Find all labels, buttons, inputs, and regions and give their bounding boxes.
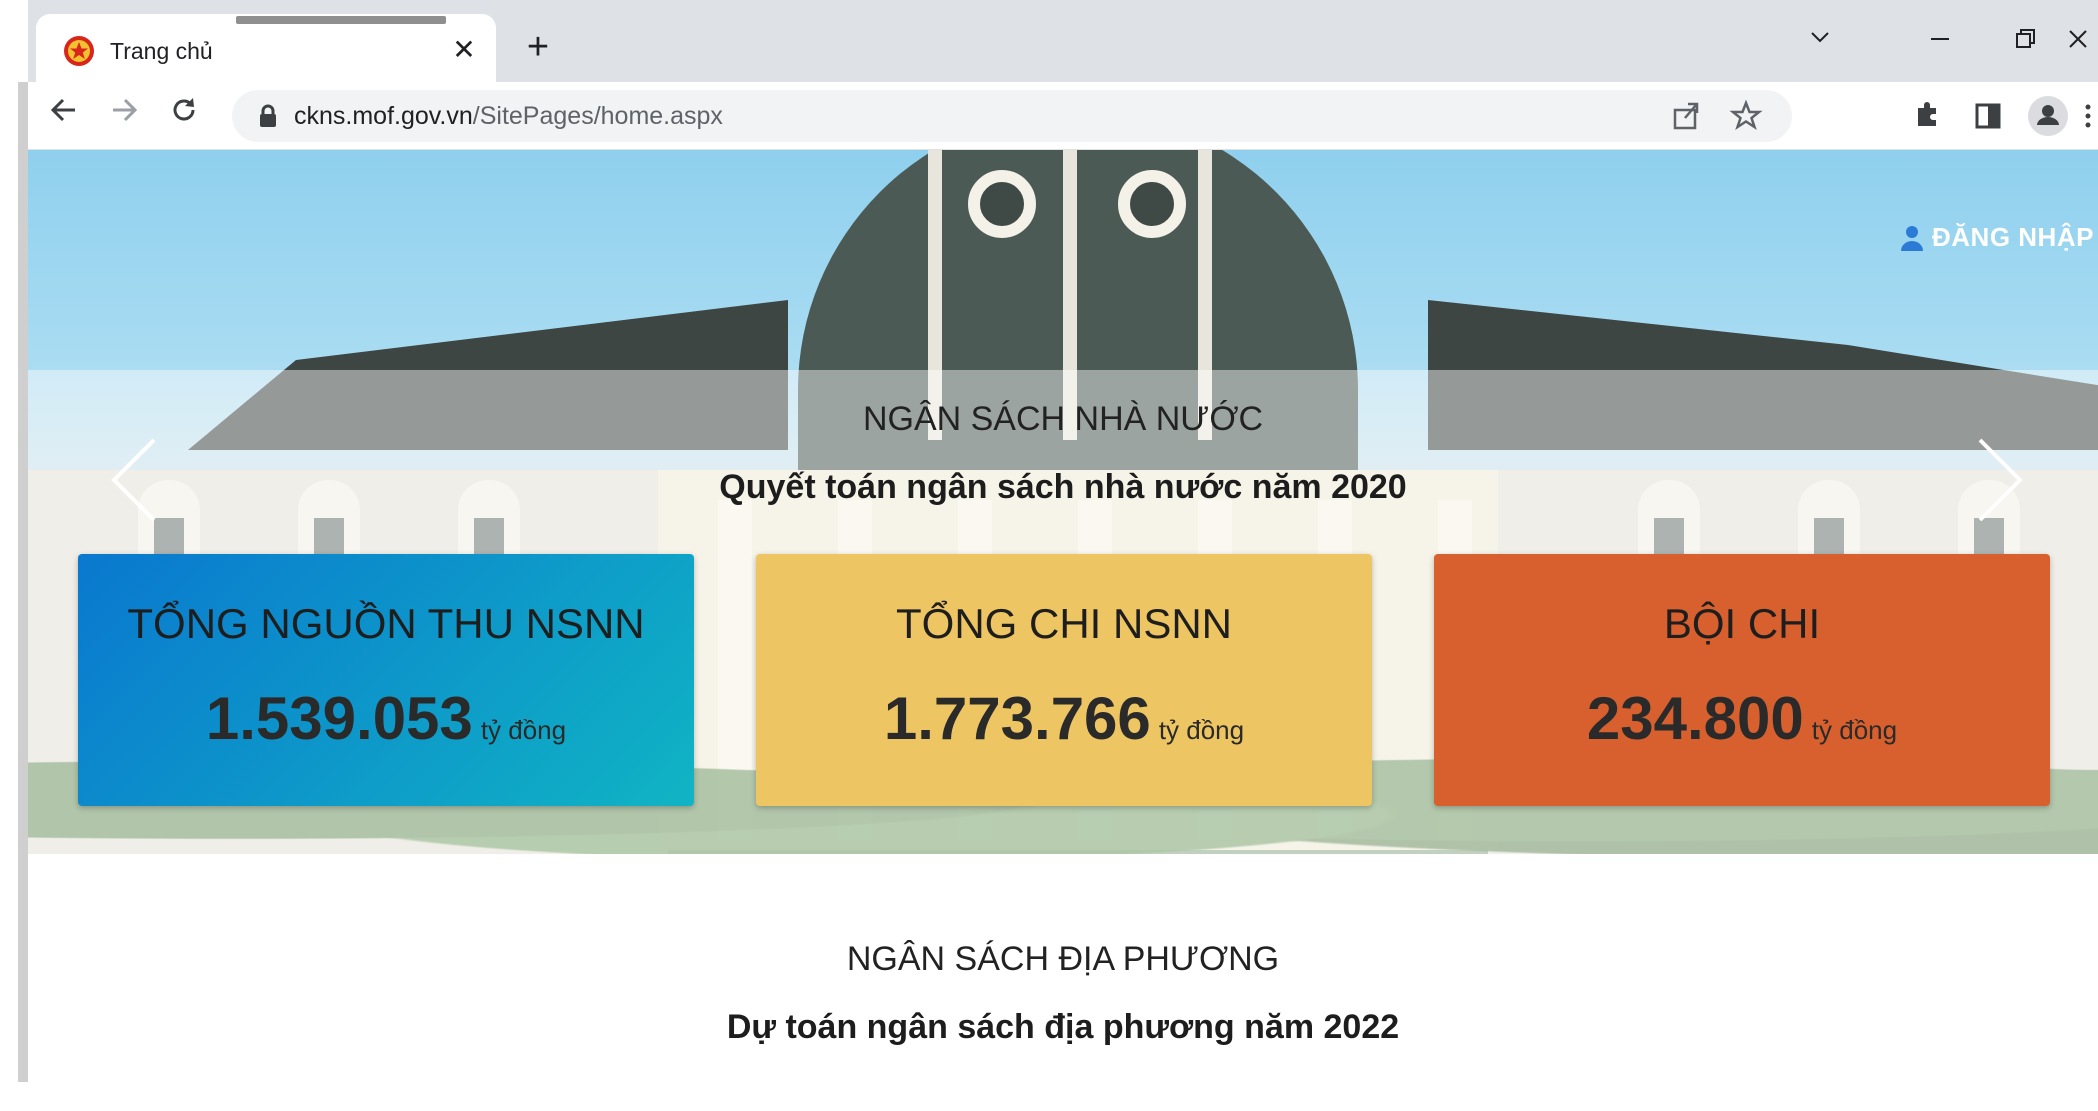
tab-strip: Trang chủ ✕ +: [28, 0, 2098, 82]
section-title-local-budget: NGÂN SÁCH ĐỊA PHƯƠNG: [846, 940, 1280, 978]
lock-icon[interactable]: [254, 102, 282, 130]
card-title: TỔNG NGUỒN THU NSNN: [127, 600, 645, 647]
card-total-revenue[interactable]: TỔNG NGUỒN THU NSNN 1.539.053 tỷ đồng: [78, 554, 694, 806]
card-value: 234.800: [1586, 685, 1804, 752]
carousel-prev-icon[interactable]: [104, 430, 164, 530]
tab-loading-indicator: [236, 16, 446, 24]
card-unit: tỷ đồng: [1811, 715, 1898, 745]
profile-avatar-icon[interactable]: [2026, 94, 2070, 138]
window-border: [18, 82, 28, 1082]
card-unit: tỷ đồng: [480, 715, 567, 745]
card-value-row: 1.539.053 tỷ đồng: [78, 684, 694, 753]
url-host: ckns.mof.gov.vn: [294, 102, 473, 130]
forward-arrow-icon: [113, 98, 138, 122]
section-title-state-budget: NGÂN SÁCH NHÀ NƯỚC: [862, 400, 1264, 438]
user-icon: [1901, 225, 1923, 251]
card-title: BỘI CHI: [1663, 600, 1821, 647]
card-value-row: 1.773.766 tỷ đồng: [756, 684, 1372, 753]
address-bar[interactable]: ckns.mof.gov.vn/SitePages/home.aspx: [232, 90, 1792, 142]
card-total-expenditure[interactable]: TỔNG CHI NSNN 1.773.766 tỷ đồng: [756, 554, 1372, 806]
url-path: /SitePages/home.aspx: [472, 102, 723, 130]
card-value-row: 234.800 tỷ đồng: [1434, 684, 2050, 753]
reload-button[interactable]: [162, 94, 206, 138]
card-value: 1.773.766: [883, 685, 1151, 752]
window-edge: [0, 0, 28, 1111]
close-window-button[interactable]: [2058, 18, 2098, 66]
carousel-next-icon[interactable]: [1970, 430, 2030, 530]
tab-search-chevron-icon[interactable]: [1788, 18, 1852, 66]
tab-title: Trang chủ: [110, 38, 213, 64]
back-arrow-icon: [50, 98, 75, 122]
share-icon[interactable]: [1666, 96, 1706, 136]
restore-button[interactable]: [1994, 18, 2058, 66]
extensions-puzzle-icon[interactable]: [1906, 94, 1950, 138]
login-label: ĐĂNG NHẬP: [1932, 222, 2094, 252]
url-text[interactable]: ckns.mof.gov.vn/SitePages/home.aspx: [294, 90, 723, 142]
section-subtitle-local-budget: Dự toán ngân sách địa phương năm 2022: [726, 1008, 1400, 1046]
card-unit: tỷ đồng: [1158, 715, 1245, 745]
national-emblem-icon: [64, 36, 94, 66]
back-button[interactable]: [42, 94, 86, 138]
new-tab-button[interactable]: +: [514, 24, 562, 72]
menu-kebab-icon[interactable]: [2078, 94, 2098, 138]
section-subtitle-state-budget: Quyết toán ngân sách nhà nước năm 2020: [719, 468, 1407, 506]
card-title: TỔNG CHI NSNN: [896, 600, 1232, 647]
card-value: 1.539.053: [205, 685, 473, 752]
minimize-button[interactable]: [1908, 18, 1972, 66]
bookmark-star-icon[interactable]: [1726, 96, 1766, 136]
side-panel-icon[interactable]: [1966, 94, 2010, 138]
hero-banner: ĐĂNG NHẬP NGÂN SÁCH NHÀ NƯỚC Quyết toán …: [28, 150, 2098, 854]
browser-toolbar: ckns.mof.gov.vn/SitePages/home.aspx: [28, 82, 2098, 150]
card-deficit[interactable]: BỘI CHI 234.800 tỷ đồng: [1434, 554, 2050, 806]
forward-button[interactable]: [102, 94, 146, 138]
login-link[interactable]: ĐĂNG NHẬP: [1900, 222, 2094, 253]
tab-home[interactable]: Trang chủ ✕: [36, 14, 496, 82]
tab-close-icon[interactable]: ✕: [444, 30, 484, 70]
reload-icon: [173, 98, 195, 121]
